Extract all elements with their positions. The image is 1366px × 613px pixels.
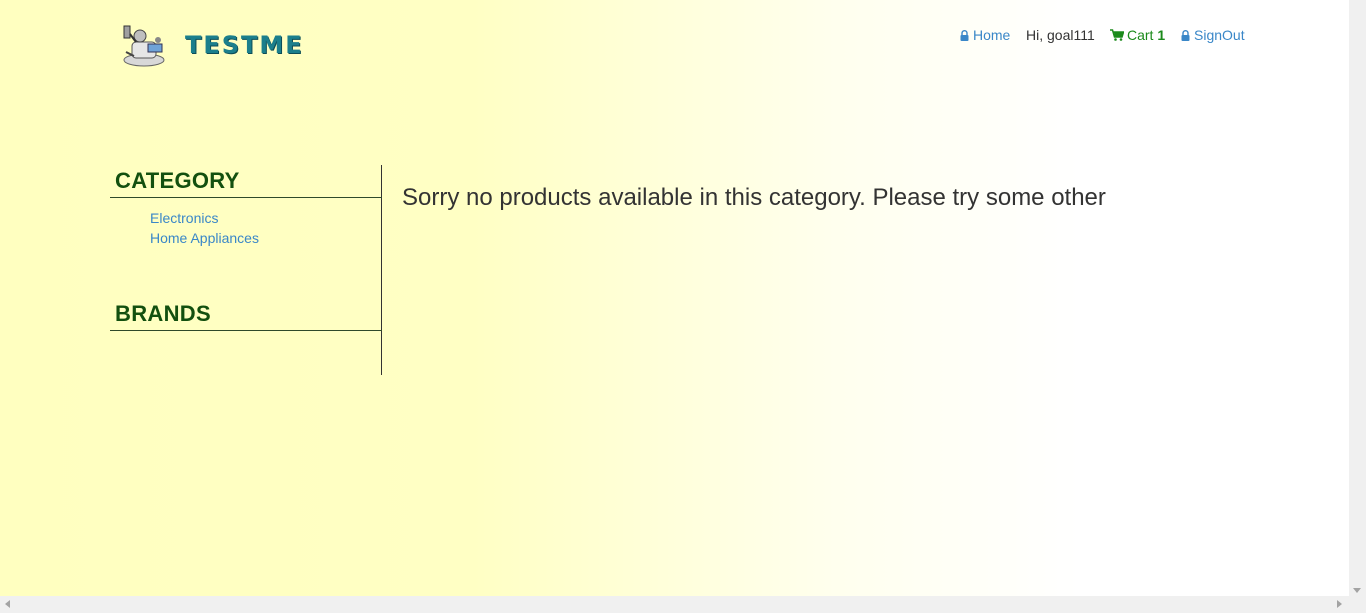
- brands-divider: [110, 330, 382, 331]
- lock-icon: [960, 30, 969, 41]
- nav-home-link[interactable]: Home: [960, 27, 1010, 43]
- no-products-message: Sorry no products available in this cate…: [402, 184, 1106, 211]
- scroll-down-arrow-icon[interactable]: [1353, 588, 1361, 593]
- vertical-scrollbar[interactable]: [1349, 0, 1366, 596]
- category-link-home-appliances[interactable]: Home Appliances: [150, 230, 259, 246]
- nav-signout-label: SignOut: [1194, 27, 1245, 43]
- brands-heading: BRANDS: [115, 301, 211, 326]
- nav-cart-link[interactable]: Cart 1: [1110, 27, 1165, 43]
- sidebar: CATEGORY Electronics Home Appliances BRA…: [110, 165, 382, 375]
- robot-logo-icon: [123, 25, 165, 67]
- nav-home-label: Home: [973, 27, 1011, 43]
- category-heading: CATEGORY: [115, 168, 240, 193]
- horizontal-scrollbar[interactable]: [0, 596, 1366, 613]
- logo-text: TESTME: [185, 31, 304, 59]
- scroll-right-arrow-icon[interactable]: [1337, 600, 1342, 608]
- nav-cart-label: Cart: [1127, 27, 1154, 43]
- site-logo[interactable]: TESTME: [118, 22, 318, 68]
- user-greeting: Hi, goal111: [1026, 27, 1095, 43]
- shopping-cart-icon: [1110, 29, 1124, 41]
- nav-signout-link[interactable]: SignOut: [1181, 27, 1245, 43]
- category-divider: [110, 197, 382, 198]
- category-link-electronics[interactable]: Electronics: [150, 210, 218, 226]
- cart-count-badge: 1: [1157, 27, 1166, 43]
- scroll-left-arrow-icon[interactable]: [5, 600, 10, 608]
- lock-icon: [1181, 30, 1190, 41]
- page-background: TESTME Home Hi, goal111 Cart 1 SignOut C…: [0, 0, 1349, 596]
